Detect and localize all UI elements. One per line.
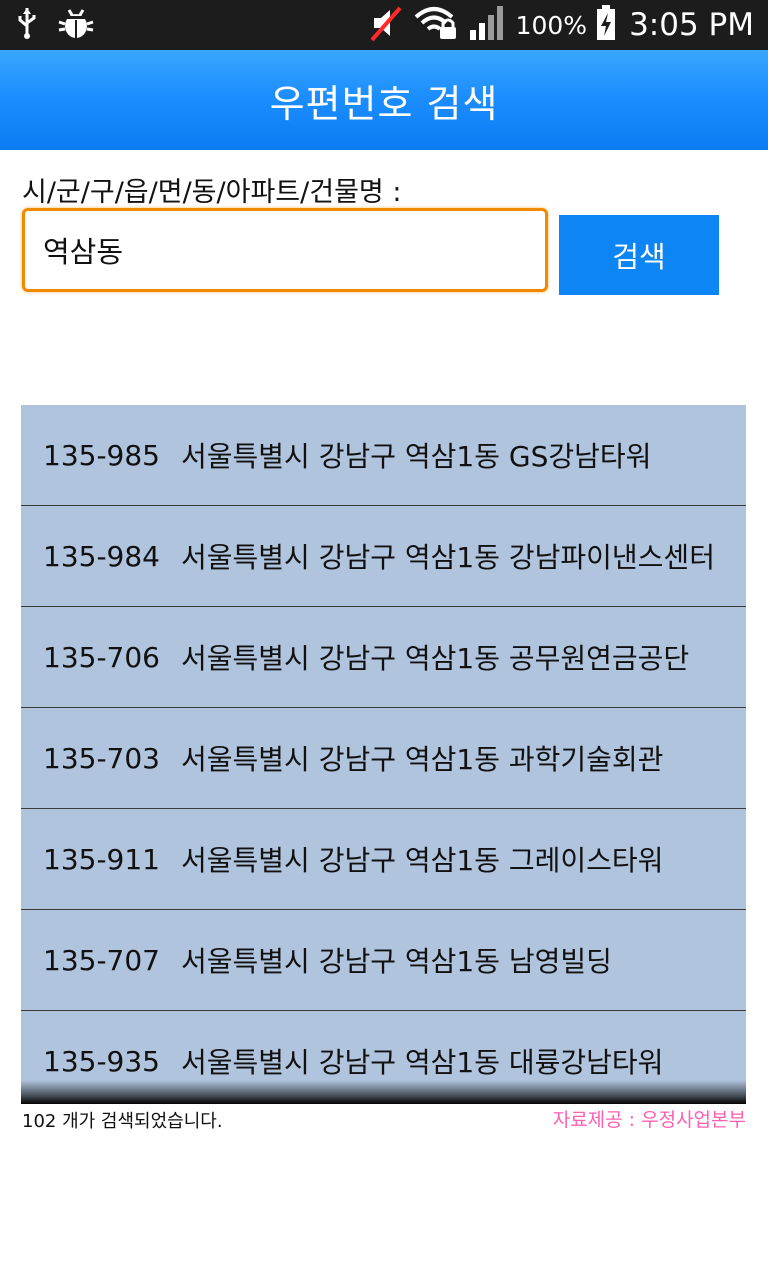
address: 서울특별시 강남구 역삼1동 과학기술회관 (181, 743, 664, 776)
battery-charging-icon (595, 4, 617, 46)
list-scroll-fade (21, 1080, 746, 1104)
address: 서울특별시 강남구 역삼1동 공무원연금공단 (181, 642, 690, 675)
search-input[interactable] (22, 208, 548, 292)
zip-code: 135-703 (43, 741, 160, 775)
zip-code: 135-985 (43, 438, 160, 472)
status-bar: 100% 3:05 PM (0, 0, 768, 50)
page-title: 우편번호 검색 (269, 81, 499, 126)
zip-code: 135-984 (43, 539, 160, 573)
address: 서울특별시 강남구 역삼1동 GS강남타워 (181, 440, 652, 473)
debug-bug-icon (58, 6, 94, 44)
signal-icon (468, 4, 508, 46)
search-button[interactable]: 검색 (559, 215, 719, 295)
list-item[interactable]: 135-707 서울특별시 강남구 역삼1동 남영빌딩 (21, 910, 746, 1011)
clock: 3:05 PM (629, 7, 754, 43)
zip-code: 135-911 (43, 842, 160, 876)
address: 서울특별시 강남구 역삼1동 남영빌딩 (181, 945, 612, 978)
muted-speaker-icon (370, 4, 404, 46)
usb-icon (16, 6, 38, 44)
list-item[interactable]: 135-703 서울특별시 강남구 역삼1동 과학기술회관 (21, 708, 746, 809)
list-item[interactable]: 135-984 서울특별시 강남구 역삼1동 강남파이낸스센터 (21, 506, 746, 607)
list-item[interactable]: 135-985 서울특별시 강남구 역삼1동 GS강남타워 (21, 405, 746, 506)
address: 서울특별시 강남구 역삼1동 그레이스타워 (181, 844, 664, 877)
address: 서울특별시 강남구 역삼1동 대륭강남타워 (181, 1046, 664, 1079)
results-list[interactable]: 135-985 서울특별시 강남구 역삼1동 GS강남타워 135-984 서울… (21, 405, 746, 1102)
battery-percent: 100% (515, 10, 588, 40)
zip-code: 135-706 (43, 640, 160, 674)
wifi-lock-icon (412, 5, 460, 45)
list-item[interactable]: 135-706 서울특별시 강남구 역삼1동 공무원연금공단 (21, 607, 746, 708)
search-label: 시/군/구/읍/면/동/아파트/건물명 : (22, 177, 402, 208)
title-bar: 우편번호 검색 (0, 50, 768, 150)
result-count: 102 개가 검색되었습니다. (22, 1111, 223, 1132)
data-source-credit: 자료제공 : 우정사업본부 (552, 1109, 746, 1131)
list-item[interactable]: 135-911 서울특별시 강남구 역삼1동 그레이스타워 (21, 809, 746, 910)
address: 서울특별시 강남구 역삼1동 강남파이낸스센터 (181, 541, 715, 574)
zip-code: 135-707 (43, 943, 160, 977)
zip-code: 135-935 (43, 1044, 160, 1078)
